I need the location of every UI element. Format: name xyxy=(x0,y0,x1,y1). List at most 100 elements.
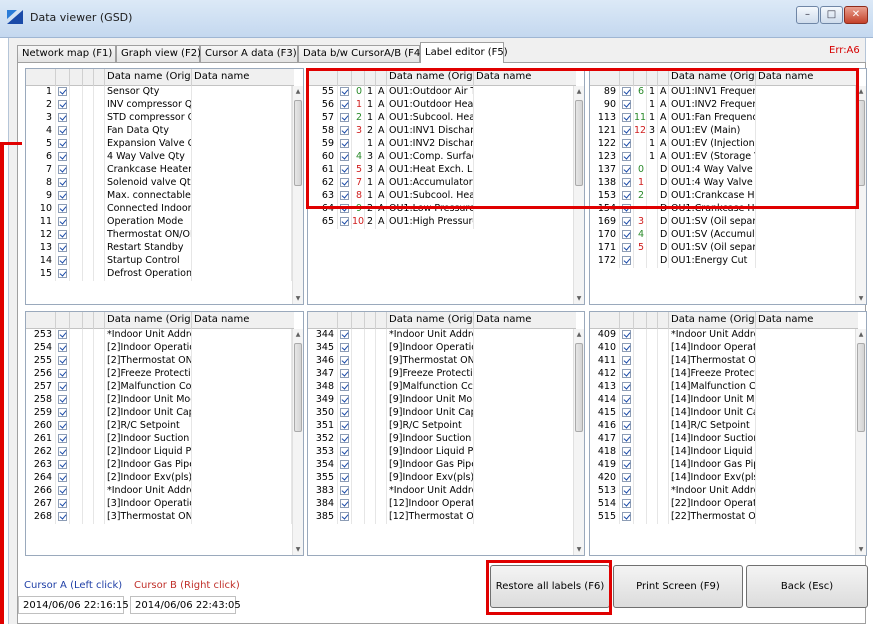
restore-labels-button[interactable]: Restore all labels (F6) xyxy=(490,565,610,608)
scroll-thumb[interactable] xyxy=(857,343,865,432)
table-cell[interactable] xyxy=(756,255,856,268)
table-row[interactable]: 59 1 A OU1:INV2 Dischard xyxy=(308,138,574,151)
checkbox-cell[interactable] xyxy=(338,177,352,190)
table-cell[interactable] xyxy=(474,394,574,407)
table-row[interactable]: 61 5 3 A OU1:Heat Exch. Liq xyxy=(308,164,574,177)
table-cell[interactable] xyxy=(192,164,292,177)
table-cell[interactable]: OU1:4 Way Valve xyxy=(669,164,756,177)
table-row[interactable]: 268 [3]Thermostat ON/ xyxy=(26,511,292,524)
checkbox-cell[interactable] xyxy=(620,446,634,459)
checkbox[interactable] xyxy=(340,356,349,365)
table-row[interactable]: 344 *Indoor Unit Addre xyxy=(308,329,574,342)
checkbox-cell[interactable] xyxy=(338,86,352,99)
table-cell[interactable]: 4 Way Valve Qty xyxy=(105,151,192,164)
checkbox-cell[interactable] xyxy=(56,203,70,216)
checkbox-cell[interactable] xyxy=(56,485,70,498)
table-cell[interactable]: [9]Malfunction Cc xyxy=(387,381,474,394)
table-row[interactable]: 64 9 2 A OU1:Low Pressure xyxy=(308,203,574,216)
table-cell[interactable]: *Indoor Unit Addre xyxy=(105,485,192,498)
checkbox-cell[interactable] xyxy=(338,485,352,498)
table-cell[interactable]: [9]Indoor Gas Pipe xyxy=(387,459,474,472)
checkbox-cell[interactable] xyxy=(620,485,634,498)
table-cell[interactable]: OU1:INV1 Dischard xyxy=(387,125,474,138)
table-cell[interactable] xyxy=(756,342,856,355)
table-row[interactable]: 172 D OU1:Energy Cut xyxy=(590,255,856,268)
table-row[interactable]: 355 [9]Indoor Exv(pls) xyxy=(308,472,574,485)
table-row[interactable]: 261 [2]Indoor Suction / xyxy=(26,433,292,446)
checkbox-cell[interactable] xyxy=(56,190,70,203)
checkbox-cell[interactable] xyxy=(338,498,352,511)
column-header[interactable]: Data name (Origin xyxy=(105,69,192,86)
tab-cursor-a-data[interactable]: Cursor A data (F3) xyxy=(200,45,298,62)
table-cell[interactable]: OU1:EV (Main) xyxy=(669,125,756,138)
table-cell[interactable] xyxy=(192,268,292,281)
table-cell[interactable]: [9]Freeze Protectio xyxy=(387,368,474,381)
checkbox[interactable] xyxy=(622,382,631,391)
checkbox-cell[interactable] xyxy=(338,472,352,485)
table-row[interactable]: 349 [9]Indoor Unit Mo xyxy=(308,394,574,407)
table-row[interactable]: 62 7 1 A OU1:Accumulator I xyxy=(308,177,574,190)
table-cell[interactable]: Restart Standby xyxy=(105,242,192,255)
checkbox-cell[interactable] xyxy=(620,164,634,177)
checkbox-cell[interactable] xyxy=(620,138,634,151)
checkbox-cell[interactable] xyxy=(338,164,352,177)
table-cell[interactable] xyxy=(474,420,574,433)
table-cell[interactable] xyxy=(192,255,292,268)
table-cell[interactable]: Expansion Valve Q xyxy=(105,138,192,151)
checkbox[interactable] xyxy=(340,408,349,417)
checkbox-cell[interactable] xyxy=(620,242,634,255)
table-row[interactable]: 412 [14]Freeze Protecti xyxy=(590,368,856,381)
table-row[interactable]: 262 [2]Indoor Liquid Pi xyxy=(26,446,292,459)
table-row[interactable]: 8 Solenoid valve Qty xyxy=(26,177,292,190)
minimize-button[interactable]: – xyxy=(796,6,819,24)
checkbox-cell[interactable] xyxy=(338,407,352,420)
table-cell[interactable]: [14]Thermostat ON xyxy=(669,355,756,368)
table-cell[interactable] xyxy=(756,420,856,433)
column-header[interactable]: Data name (Origin xyxy=(105,312,192,329)
checkbox[interactable] xyxy=(622,178,631,187)
scroll-down-icon[interactable]: ▼ xyxy=(574,544,584,555)
scroll-thumb[interactable] xyxy=(294,100,302,186)
table-cell[interactable]: Connected Indoor xyxy=(105,203,192,216)
checkbox[interactable] xyxy=(58,217,67,226)
column-header[interactable]: Data name xyxy=(192,312,292,329)
checkbox-cell[interactable] xyxy=(56,381,70,394)
scroll-down-icon[interactable]: ▼ xyxy=(293,293,303,304)
scroll-down-icon[interactable]: ▼ xyxy=(856,293,866,304)
vertical-scrollbar[interactable]: ▲ ▼ xyxy=(292,329,303,555)
table-row[interactable]: 420 [14]Indoor Exv(pls) xyxy=(590,472,856,485)
checkbox[interactable] xyxy=(58,447,67,456)
table-row[interactable]: 137 0 D OU1:4 Way Valve xyxy=(590,164,856,177)
table-row[interactable]: 256 [2]Freeze Protectio xyxy=(26,368,292,381)
scroll-up-icon[interactable]: ▲ xyxy=(856,329,866,340)
table-cell[interactable]: [14]Indoor Operati xyxy=(669,342,756,355)
table-row[interactable]: 384 [12]Indoor Operati xyxy=(308,498,574,511)
tab-graph-view[interactable]: Graph view (F2) xyxy=(116,45,201,62)
checkbox-cell[interactable] xyxy=(56,229,70,242)
checkbox[interactable] xyxy=(58,486,67,495)
table-cell[interactable]: [14]Indoor Liquid F xyxy=(669,446,756,459)
table-cell[interactable] xyxy=(192,459,292,472)
scroll-up-icon[interactable]: ▲ xyxy=(574,86,584,97)
checkbox-cell[interactable] xyxy=(338,125,352,138)
table-cell[interactable]: *Indoor Unit Addre xyxy=(387,485,474,498)
vertical-scrollbar[interactable]: ▲ ▼ xyxy=(573,86,584,304)
checkbox[interactable] xyxy=(340,217,349,226)
checkbox[interactable] xyxy=(58,152,67,161)
table-cell[interactable]: OU1:INV2 Dischard xyxy=(387,138,474,151)
table-cell[interactable] xyxy=(474,511,574,524)
table-row[interactable]: 515 [22]Thermostat ON xyxy=(590,511,856,524)
checkbox[interactable] xyxy=(340,191,349,200)
checkbox-cell[interactable] xyxy=(56,394,70,407)
checkbox-cell[interactable] xyxy=(620,329,634,342)
table-cell[interactable] xyxy=(474,407,574,420)
checkbox-cell[interactable] xyxy=(338,420,352,433)
table-row[interactable]: 6 4 Way Valve Qty xyxy=(26,151,292,164)
table-row[interactable]: 154 D OU1:Crankcase He xyxy=(590,203,856,216)
table-row[interactable]: 58 3 2 A OU1:INV1 Dischard xyxy=(308,125,574,138)
column-header[interactable]: Data name xyxy=(192,69,292,86)
table-cell[interactable] xyxy=(756,407,856,420)
checkbox[interactable] xyxy=(622,512,631,521)
table-cell[interactable]: [2]Indoor Exv(pls) xyxy=(105,472,192,485)
vertical-scrollbar[interactable]: ▲ ▼ xyxy=(292,86,303,304)
